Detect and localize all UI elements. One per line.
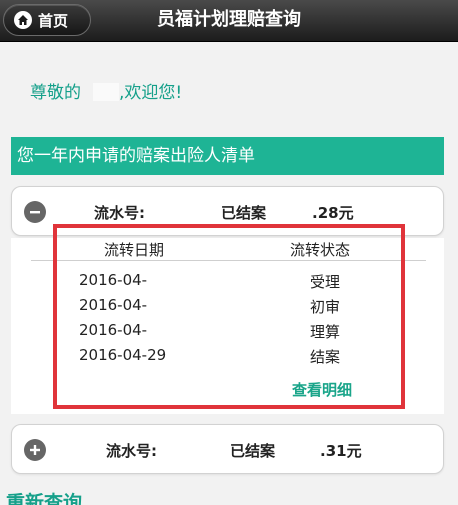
plus-circle-icon[interactable] <box>24 439 46 461</box>
greeting-suffix: ,欢迎您! <box>119 83 183 103</box>
flow-row: 2016-04- 受理 <box>11 271 444 295</box>
user-name-redacted <box>93 83 119 101</box>
flow-date: 2016-04- <box>79 296 148 314</box>
greeting: 尊敬的 ,欢迎您! <box>30 78 182 103</box>
claim-status: 已结案 <box>230 442 276 460</box>
flow-date: 2016-04- <box>79 321 148 339</box>
top-bar: 首页 员福计划理赔查询 <box>0 0 458 42</box>
flow-state: 受理 <box>310 273 341 291</box>
claim-status: 已结案 <box>221 204 267 222</box>
greeting-prefix: 尊敬的 <box>30 83 81 103</box>
flow-table-header: 流转日期 流转状态 <box>31 239 426 261</box>
claim-serial-label: 流水号: <box>106 442 157 460</box>
requery-link[interactable]: 重新查询 <box>6 488 82 505</box>
flow-state: 理算 <box>310 323 341 341</box>
claim-amount: .28元 <box>312 204 354 222</box>
flow-date: 2016-04-29 <box>79 346 167 364</box>
flow-row: 2016-04- 初审 <box>11 296 444 320</box>
column-header-date: 流转日期 <box>104 241 165 259</box>
claim-serial-label: 流水号: <box>94 204 145 222</box>
flow-state: 初审 <box>310 298 341 316</box>
flow-state: 结案 <box>310 348 341 366</box>
column-header-state: 流转状态 <box>290 241 351 259</box>
claim-card-1-header[interactable]: 流水号: 已结案 .28元 <box>11 186 444 236</box>
flow-date: 2016-04- <box>79 271 148 289</box>
claim-amount: .31元 <box>320 442 362 460</box>
view-details-link[interactable]: 查看明细 <box>292 379 352 400</box>
minus-circle-icon[interactable] <box>24 201 46 223</box>
page-title: 员福计划理赔查询 <box>157 9 301 30</box>
flow-row: 2016-04-29 结案 <box>11 346 444 370</box>
claim-card-2-header[interactable]: 流水号: 已结案 .31元 <box>11 424 444 474</box>
flow-row: 2016-04- 理算 <box>11 321 444 345</box>
claims-list-banner: 您一年内申请的赔案出险人清单 <box>11 137 444 175</box>
claim-flow-detail: 流转日期 流转状态 2016-04- 受理 2016-04- 初审 2016-0… <box>11 238 444 414</box>
